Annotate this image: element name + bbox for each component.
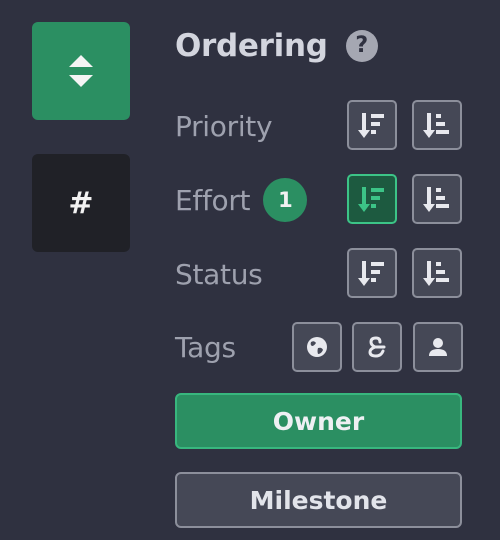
help-icon[interactable]: ? (345, 30, 378, 62)
effort-label: Effort 1 (175, 178, 308, 222)
status-sort-descending-button[interactable] (347, 248, 397, 298)
tags-label: Tags (175, 327, 236, 367)
tags-globe-button[interactable] (292, 322, 342, 372)
status-label: Status (175, 254, 263, 294)
ordering-title: Ordering ? (175, 26, 378, 66)
owner-button[interactable]: Owner (175, 393, 462, 449)
priority-sort-descending-button[interactable] (347, 100, 397, 150)
sort-ascending-icon (423, 261, 449, 286)
hash-button[interactable]: # (32, 154, 130, 252)
sort-descending-icon (358, 187, 384, 212)
effort-order-badge: 1 (263, 178, 308, 222)
priority-label: Priority (175, 106, 273, 146)
sort-descending-icon (358, 261, 384, 286)
status-label-text: Status (175, 257, 263, 291)
status-sort-ascending-button[interactable] (412, 248, 462, 298)
sort-ascending-icon (423, 113, 449, 138)
sort-descending-icon (358, 113, 384, 138)
owner-button-label: Owner (272, 406, 365, 436)
tags-user-button[interactable] (413, 322, 463, 372)
sort-icon (69, 55, 93, 87)
effort-sort-ascending-button[interactable] (412, 174, 462, 224)
tags-and-button[interactable] (352, 322, 402, 372)
hash-icon: # (68, 185, 94, 221)
priority-sort-ascending-button[interactable] (412, 100, 462, 150)
milestone-button[interactable]: Milestone (175, 472, 462, 528)
ordering-title-text: Ordering (175, 28, 328, 64)
milestone-button-label: Milestone (249, 485, 388, 515)
sort-toggle-button[interactable] (32, 22, 130, 120)
globe-icon (307, 337, 327, 357)
ampersand-icon (368, 336, 386, 358)
priority-label-text: Priority (175, 109, 273, 143)
tags-label-text: Tags (175, 330, 236, 364)
sort-ascending-icon (423, 187, 449, 212)
effort-label-text: Effort (175, 183, 251, 217)
effort-sort-descending-button[interactable] (347, 174, 397, 224)
user-icon (429, 338, 447, 356)
